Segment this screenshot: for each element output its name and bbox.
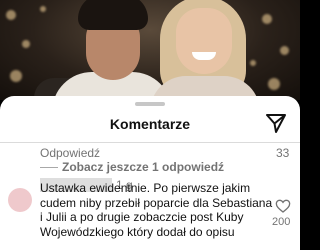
share-icon[interactable] bbox=[264, 111, 288, 135]
comment-line: Wojewódzkiego który dodał do opisu bbox=[40, 224, 235, 239]
comment-line: Ustawka ewidentnie. Po pierwsze jakim bbox=[40, 181, 251, 195]
drag-handle[interactable] bbox=[135, 102, 165, 106]
comment-like-count: 200 bbox=[272, 216, 291, 228]
divider bbox=[0, 142, 300, 143]
avatar[interactable] bbox=[8, 188, 32, 212]
heart-icon[interactable] bbox=[275, 198, 291, 214]
reply-button[interactable]: Odpowiedź bbox=[40, 146, 100, 160]
replies-line bbox=[40, 167, 58, 168]
comment-line: cudem niby przebił poparcie dla Sebastia… bbox=[40, 195, 273, 210]
bokeh-light bbox=[40, 6, 46, 12]
comment-line: i Julii a po drugie zobaczcie post Kuby bbox=[40, 210, 244, 224]
bokeh-light bbox=[280, 46, 289, 55]
like-count: 33 bbox=[276, 146, 290, 160]
comment-text: Ustawka ewidentnie. Po pierwsze jakim cu… bbox=[40, 181, 272, 239]
view-more-replies-button[interactable]: Zobacz jeszcze 1 odpowiedź bbox=[62, 160, 224, 174]
sheet-title: Komentarze bbox=[109, 116, 191, 132]
background-photo bbox=[0, 0, 300, 100]
woman-face bbox=[176, 8, 232, 74]
bokeh-light bbox=[6, 10, 16, 20]
man-hair bbox=[78, 0, 148, 30]
bokeh-light bbox=[268, 78, 280, 90]
bokeh-light bbox=[262, 14, 272, 24]
bokeh-light bbox=[22, 40, 30, 48]
bokeh-light bbox=[10, 70, 22, 82]
bokeh-light bbox=[250, 60, 256, 66]
